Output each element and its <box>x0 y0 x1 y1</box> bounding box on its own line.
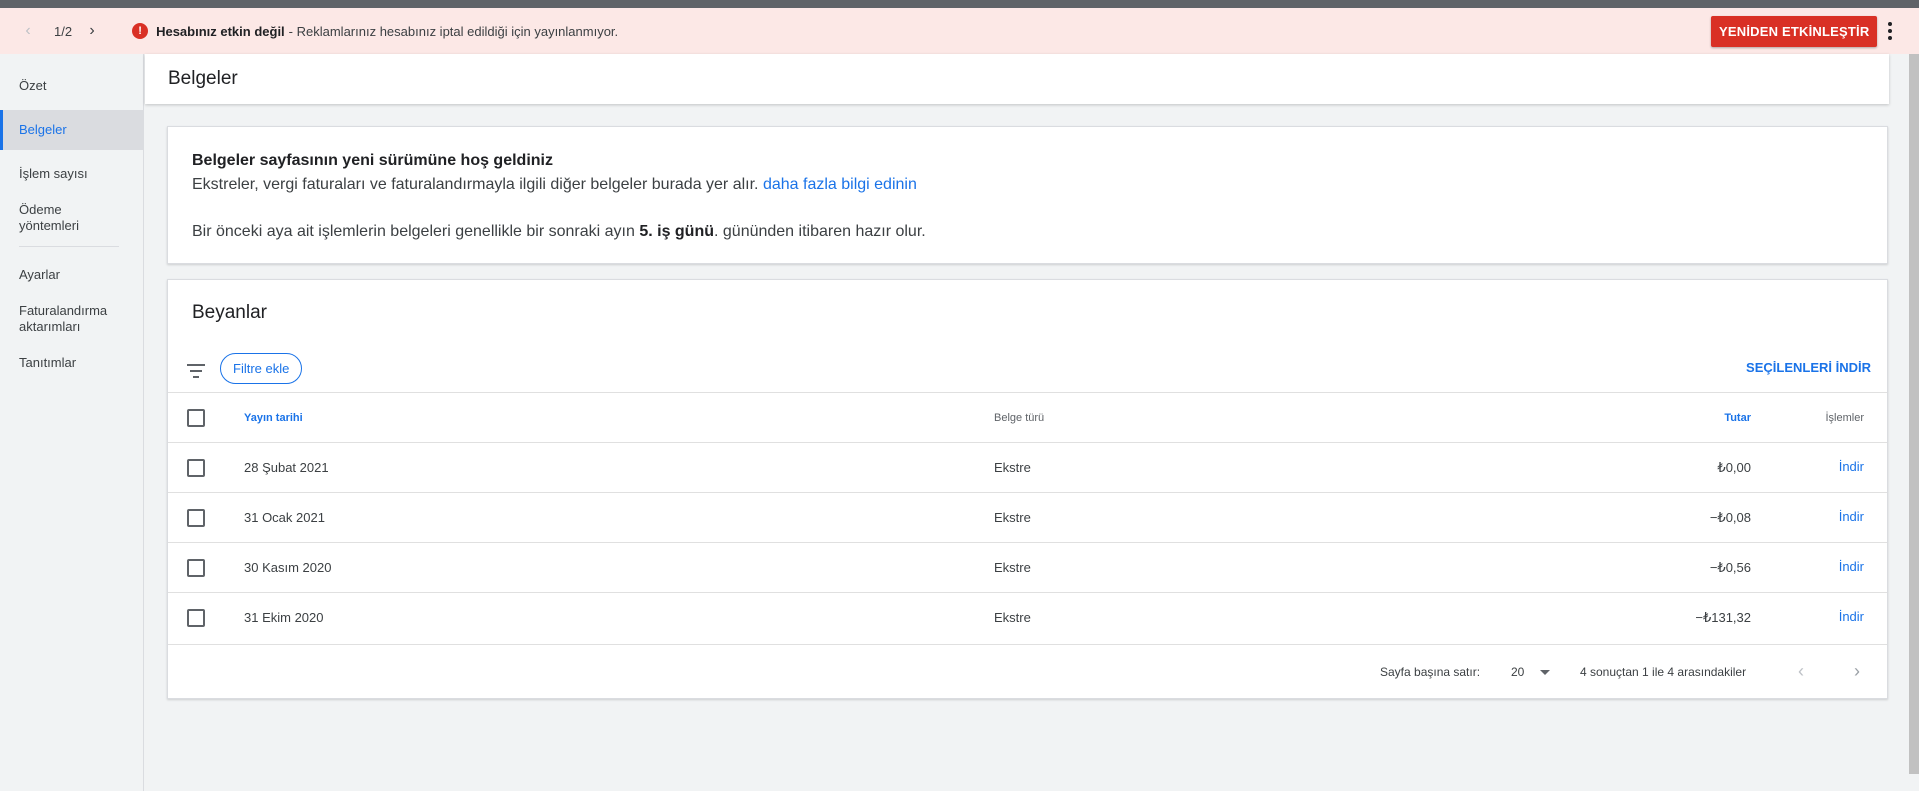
alert-message: - Reklamlarınız hesabınız iptal edildiği… <box>288 23 619 39</box>
add-filter-button[interactable]: Filtre ekle <box>220 353 303 384</box>
scrollbar[interactable] <box>1909 54 1919 774</box>
table-row: 30 Kasım 2020 Ekstre −₺0,56 İndir <box>168 542 1887 592</box>
welcome-note: Bir önceki aya ait işlemlerin belgeleri … <box>192 222 1863 242</box>
column-header-actions: İşlemler <box>1825 412 1864 424</box>
row-checkbox[interactable] <box>187 509 205 527</box>
row-type: Ekstre <box>994 560 1031 575</box>
table-pagination: Sayfa başına satır: 20 4 sonuçtan 1 ile … <box>168 644 1887 700</box>
column-header-type: Belge türü <box>994 412 1045 424</box>
row-amount: −₺0,08 <box>1709 510 1751 525</box>
sidebar-item-documents[interactable]: Belgeler <box>0 110 143 150</box>
welcome-title: Belgeler sayfasının yeni sürümüne hoş ge… <box>192 152 553 169</box>
chevron-right-icon[interactable]: › <box>1854 661 1860 682</box>
chevron-right-icon[interactable]: › <box>80 19 104 43</box>
row-date: 31 Ocak 2021 <box>244 510 325 525</box>
sidebar-item-transactions[interactable]: İşlem sayısı <box>0 158 143 190</box>
dropdown-caret-icon[interactable] <box>1540 670 1550 675</box>
statements-title: Beyanlar <box>192 302 267 323</box>
download-link[interactable]: İndir <box>1839 609 1864 624</box>
account-alert-banner: ‹ 1/2 › ! Hesabınız etkin değil - Reklam… <box>0 8 1919 54</box>
welcome-note-suffix: . gününden itibaren hazır olur. <box>714 223 926 240</box>
row-type: Ekstre <box>994 460 1031 475</box>
statements-card: Beyanlar Filtre ekle SEÇİLENLERİ İNDİR Y… <box>167 279 1888 699</box>
reactivate-button[interactable]: YENİDEN ETKİNLEŞTİR <box>1711 16 1878 47</box>
rows-per-page-select[interactable]: 20 <box>1511 665 1524 679</box>
row-checkbox[interactable] <box>187 559 205 577</box>
sidebar-item-promotions[interactable]: Tanıtımlar <box>0 347 143 379</box>
row-type: Ekstre <box>994 510 1031 525</box>
row-amount: ₺0,00 <box>1717 460 1751 475</box>
filter-icon[interactable] <box>187 364 205 378</box>
sidebar-item-settings[interactable]: Ayarlar <box>0 259 143 291</box>
column-header-date[interactable]: Yayın tarihi <box>244 412 303 424</box>
pagination-range: 4 sonuçtan 1 ile 4 arasındakiler <box>1580 665 1747 679</box>
row-amount: −₺131,32 <box>1695 610 1751 625</box>
chevron-left-icon[interactable]: ‹ <box>1798 661 1804 682</box>
download-link[interactable]: İndir <box>1839 459 1864 474</box>
error-icon: ! <box>132 23 149 39</box>
row-checkbox[interactable] <box>187 459 205 477</box>
download-selected-button[interactable]: SEÇİLENLERİ İNDİR <box>1746 360 1871 375</box>
sidebar: Özet Belgeler İşlem sayısı Ödeme yönteml… <box>0 54 144 791</box>
welcome-note-prefix: Bir önceki aya ait işlemlerin belgeleri … <box>192 223 635 240</box>
page-title: Belgeler <box>145 54 1889 104</box>
row-type: Ekstre <box>994 610 1031 625</box>
rows-per-page-label: Sayfa başına satır: <box>1380 665 1481 679</box>
table-header-row: Yayın tarihi Belge türü Tutar İşlemler <box>168 392 1887 442</box>
table-row: 28 Şubat 2021 Ekstre ₺0,00 İndir <box>168 442 1887 492</box>
select-all-checkbox[interactable] <box>187 409 205 427</box>
download-link[interactable]: İndir <box>1839 559 1864 574</box>
more-vert-icon[interactable] <box>1878 19 1902 43</box>
welcome-note-bold: 5. iş günü <box>639 223 714 240</box>
row-amount: −₺0,56 <box>1709 560 1751 575</box>
row-date: 30 Kasım 2020 <box>244 560 332 575</box>
statements-table: Yayın tarihi Belge türü Tutar İşlemler 2… <box>168 392 1887 642</box>
chevron-left-icon[interactable]: ‹ <box>16 19 40 43</box>
learn-more-link[interactable]: daha fazla bilgi edinin <box>763 176 917 193</box>
welcome-description-text: Ekstreler, vergi faturaları ve faturalan… <box>192 176 759 193</box>
table-row: 31 Ekim 2020 Ekstre −₺131,32 İndir <box>168 592 1887 642</box>
welcome-description: Ekstreler, vergi faturaları ve faturalan… <box>192 175 1863 195</box>
column-header-amount[interactable]: Tutar <box>1724 412 1751 424</box>
banner-pager: ‹ 1/2 › <box>16 19 104 43</box>
row-date: 28 Şubat 2021 <box>244 460 329 475</box>
alert-title: Hesabınız etkin değil <box>156 23 285 39</box>
sidebar-item-summary[interactable]: Özet <box>0 70 143 102</box>
download-link[interactable]: İndir <box>1839 509 1864 524</box>
sidebar-item-payment-methods[interactable]: Ödeme yöntemleri <box>0 198 120 238</box>
sidebar-item-billing-transfers[interactable]: Faturalandırma aktarımları <box>0 299 130 339</box>
top-strip <box>0 0 1919 8</box>
banner-pager-count: 1/2 <box>54 23 73 39</box>
row-checkbox[interactable] <box>187 609 205 627</box>
welcome-card: Belgeler sayfasının yeni sürümüne hoş ge… <box>167 126 1888 264</box>
table-row: 31 Ocak 2021 Ekstre −₺0,08 İndir <box>168 492 1887 542</box>
row-date: 31 Ekim 2020 <box>244 610 324 625</box>
